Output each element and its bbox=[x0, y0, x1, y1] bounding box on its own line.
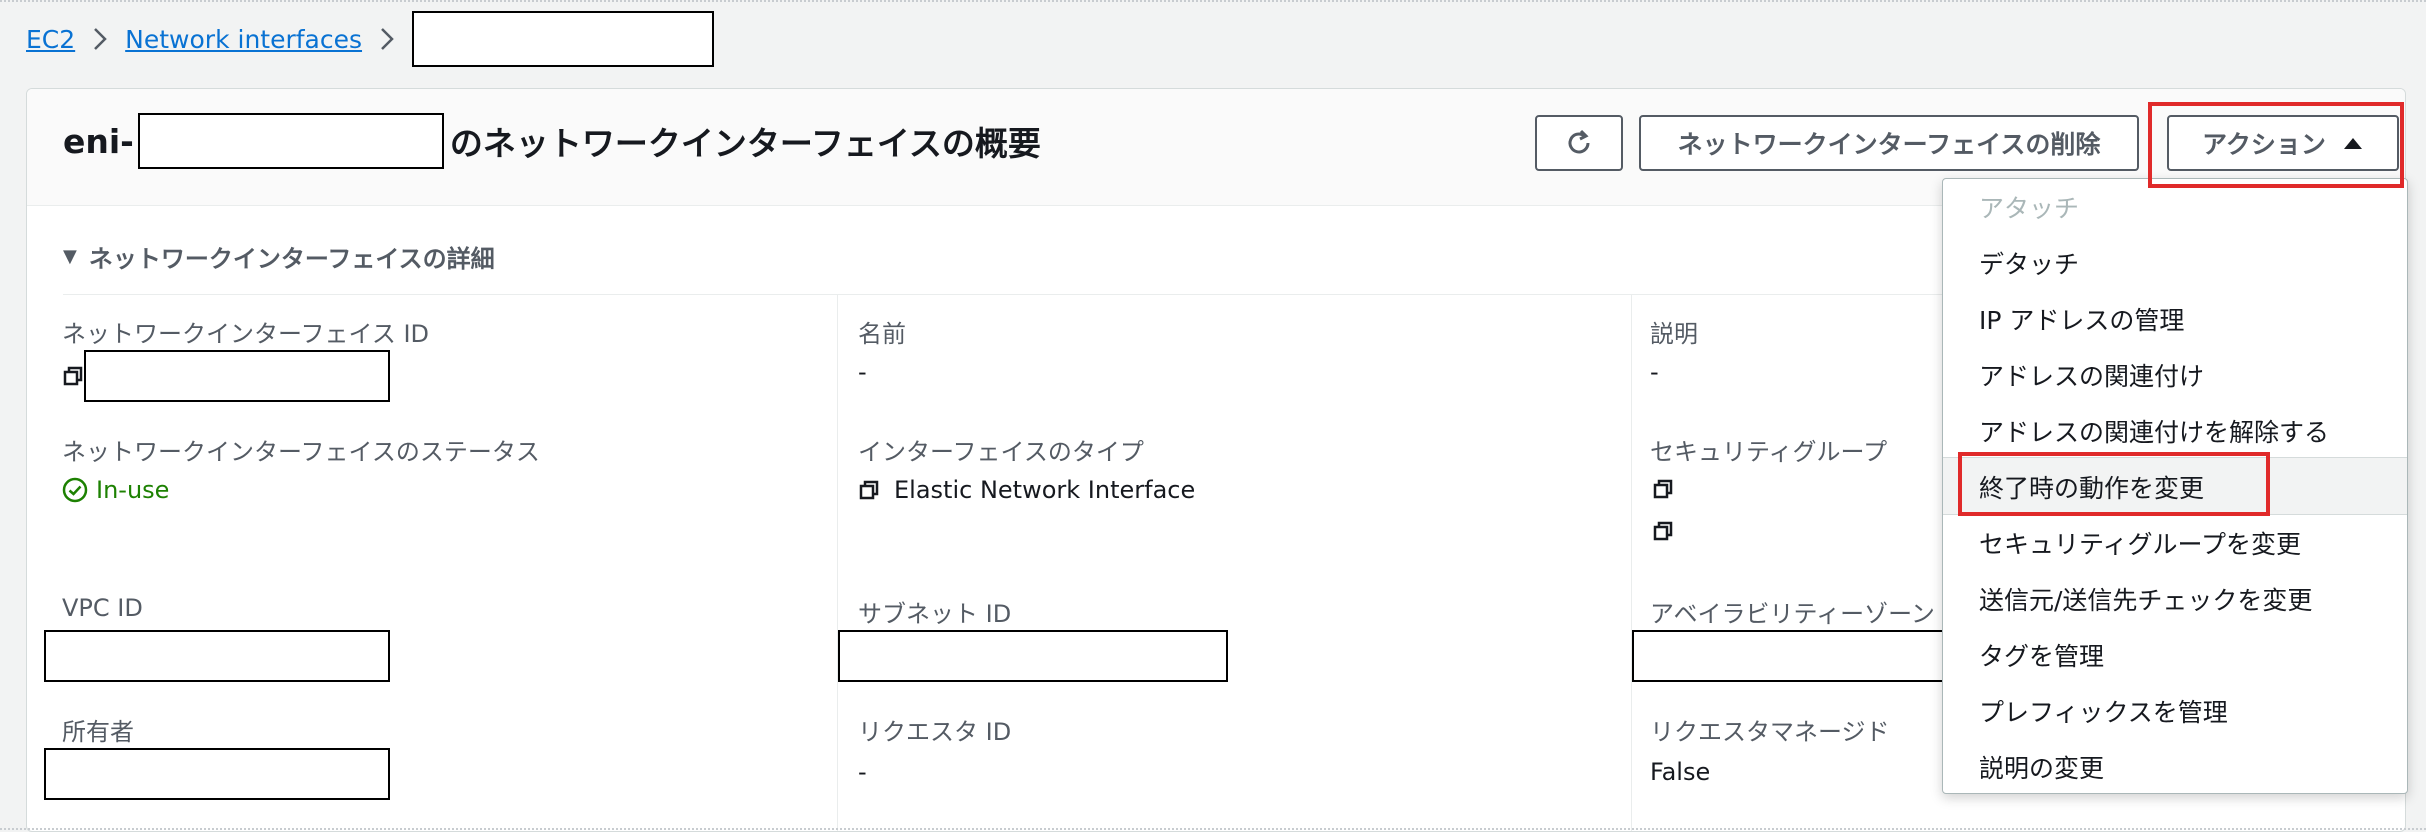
interface-type-label: インターフェイスのタイプ bbox=[858, 438, 1144, 466]
details-section-toggle[interactable]: ▼ ネットワークインターフェイスの詳細 bbox=[63, 239, 495, 274]
status-value: In-use bbox=[62, 476, 169, 504]
menu-item-disassociate-address[interactable]: アドレスの関連付けを解除する bbox=[1979, 413, 2329, 449]
title-suffix: のネットワークインターフェイスの概要 bbox=[449, 124, 1041, 163]
chevron-right-icon bbox=[93, 27, 107, 51]
name-value: - bbox=[858, 358, 867, 386]
caret-down-icon: ▼ bbox=[63, 246, 77, 267]
menu-item-change-termination-behavior[interactable]: 終了時の動作を変更 bbox=[1979, 469, 2204, 505]
refresh-button[interactable] bbox=[1535, 115, 1623, 171]
menu-item-manage-prefixes[interactable]: プレフィックスを管理 bbox=[1979, 693, 2228, 729]
bottom-dotted-edge bbox=[0, 828, 2426, 830]
actions-button[interactable]: アクション bbox=[2167, 115, 2399, 171]
menu-item-manage-tags[interactable]: タグを管理 bbox=[1979, 637, 2104, 673]
actions-button-label: アクション bbox=[2202, 130, 2326, 159]
menu-item-detach[interactable]: デタッチ bbox=[1979, 245, 2079, 281]
status-text: In-use bbox=[96, 476, 170, 504]
security-group-label: セキュリティグループ bbox=[1650, 438, 1888, 466]
requester-id-label: リクエスタ ID bbox=[858, 718, 1012, 746]
status-label: ネットワークインターフェイスのステータス bbox=[62, 438, 540, 466]
actions-dropdown-menu: アタッチ デタッチ IP アドレスの管理 アドレスの関連付け アドレスの関連付け… bbox=[1942, 178, 2408, 794]
copy-icon[interactable] bbox=[1652, 520, 1674, 542]
eni-id-redacted bbox=[84, 350, 390, 402]
requester-managed-value: False bbox=[1650, 758, 1711, 786]
requester-id-value: - bbox=[858, 758, 867, 786]
breadcrumb-ec2-link[interactable]: EC2 bbox=[26, 25, 75, 54]
eni-id-label: ネットワークインターフェイス ID bbox=[62, 320, 430, 348]
column-divider-2 bbox=[1631, 295, 1632, 831]
check-circle-icon bbox=[62, 477, 88, 503]
interface-type-text: Elastic Network Interface bbox=[894, 476, 1196, 504]
name-label: 名前 bbox=[858, 320, 906, 348]
chevron-right-icon bbox=[380, 27, 394, 51]
title-eni-id-redacted bbox=[137, 113, 444, 169]
eni-id-value bbox=[62, 350, 390, 402]
breadcrumb-current-redacted bbox=[412, 11, 715, 67]
availability-zone-redacted bbox=[1632, 630, 1962, 682]
title-prefix: eni- bbox=[63, 121, 134, 161]
owner-redacted bbox=[44, 748, 390, 800]
interface-type-value: Elastic Network Interface bbox=[858, 476, 1195, 504]
column-divider-1 bbox=[837, 295, 838, 831]
subnet-id-label: サブネット ID bbox=[858, 600, 1012, 628]
subnet-id-redacted bbox=[838, 630, 1228, 682]
menu-item-change-description[interactable]: 説明の変更 bbox=[1979, 749, 2104, 785]
menu-item-change-security-groups[interactable]: セキュリティグループを変更 bbox=[1979, 525, 2301, 561]
description-label: 説明 bbox=[1650, 320, 1698, 348]
details-section-title: ネットワークインターフェイスの詳細 bbox=[88, 245, 495, 273]
description-value: - bbox=[1650, 358, 1659, 386]
availability-zone-label: アベイラビリティーゾーン bbox=[1650, 600, 1935, 628]
copy-icon[interactable] bbox=[62, 365, 84, 387]
menu-item-attach: アタッチ bbox=[1979, 194, 2080, 223]
top-dotted-edge bbox=[0, 0, 2426, 2]
copy-icon[interactable] bbox=[1652, 478, 1674, 500]
vpc-id-label: VPC ID bbox=[62, 594, 143, 622]
page-title: eni- のネットワークインターフェイスの概要 bbox=[63, 113, 1041, 169]
delete-network-interface-button[interactable]: ネットワークインターフェイスの削除 bbox=[1639, 115, 2139, 171]
breadcrumb-network-interfaces-link[interactable]: Network interfaces bbox=[125, 25, 362, 54]
menu-item-change-source-dest-check[interactable]: 送信元/送信先チェックを変更 bbox=[1979, 581, 2312, 617]
caret-up-icon bbox=[2343, 138, 2362, 149]
copy-icon[interactable] bbox=[858, 479, 880, 501]
menu-item-associate-address[interactable]: アドレスの関連付け bbox=[1979, 357, 2204, 393]
vpc-id-redacted bbox=[44, 630, 390, 682]
refresh-icon bbox=[1568, 129, 1590, 154]
requester-managed-label: リクエスタマネージド bbox=[1650, 718, 1890, 746]
owner-label: 所有者 bbox=[62, 718, 134, 746]
menu-item-manage-ip[interactable]: IP アドレスの管理 bbox=[1979, 301, 2184, 337]
breadcrumb: EC2 Network interfaces bbox=[26, 11, 715, 67]
